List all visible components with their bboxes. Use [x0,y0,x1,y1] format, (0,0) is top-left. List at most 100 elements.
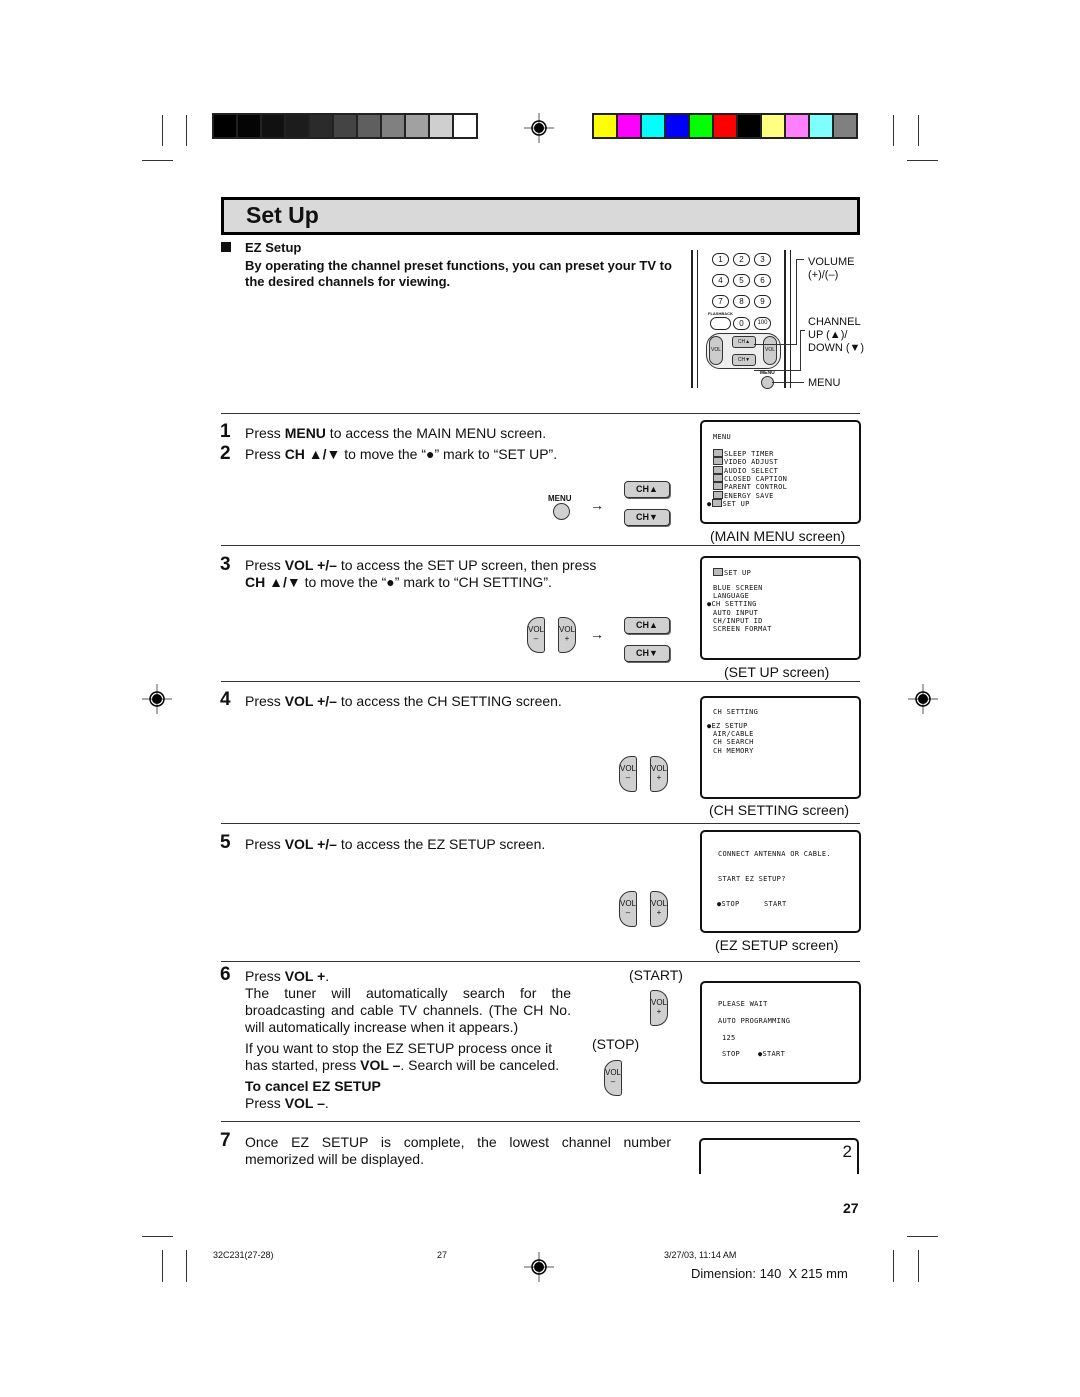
final-channel-number: 2 [842,1142,852,1161]
bullet-square-icon [221,242,231,252]
ez-line-1: CONNECT ANTENNA OR CABLE. [718,850,831,858]
footer-page: 27 [437,1250,448,1260]
menu-item-icon [713,490,723,499]
prog-channel-number: 125 [722,1034,736,1042]
step-number: 4 [220,689,231,710]
crop-mark [893,1250,894,1282]
divider [221,1121,860,1122]
step-6-description: The tuner will automatically search for … [245,985,571,1035]
remote-vol-minus: VOL [709,336,723,365]
menu-item: AUTO INPUT [713,608,759,617]
channel-up-label: UP (▲)/ [808,329,848,341]
screen-title: CH SETTING [713,708,759,716]
screen-title: SET UP [713,568,751,577]
menu-item-icon [713,449,723,457]
vol-minus-button: VOL – [619,756,637,792]
menu-item-icon [711,498,722,507]
crop-mark [918,115,919,146]
menu-item: ●EZ SETUP [707,722,748,730]
divider [221,545,860,546]
ch-up-button: CH▲ [624,481,670,498]
set-up-screen: SET UP BLUE SCREEN LANGUAGE ●CH SETTING AUT… [700,556,861,660]
menu-label: MENU [808,377,841,389]
remote-vol-plus: VOL [763,336,777,365]
crop-mark [918,1250,919,1282]
ez-setup-screen: CONNECT ANTENNA OR CABLE. START EZ SETUP… [700,830,861,933]
start-label: (START) [629,967,683,983]
menu-item-icon [713,465,723,474]
volume-sub-label: (+)/(–) [808,269,839,281]
menu-item: ● SET UP [707,498,750,508]
divider [221,823,860,824]
key-8: 8 [733,295,750,308]
color-swatch [810,115,832,137]
ch-down-button: CH▼ [624,509,670,526]
step-number: 5 [220,832,231,853]
menu-item: CH/INPUT ID [713,616,763,625]
step-4-text: Press VOL +/– to access the CH SETTING s… [245,693,562,709]
color-swatch [786,115,808,137]
registration-mark-icon [524,113,554,143]
footer-file: 32C231(27-28) [213,1250,274,1260]
gray-swatch [334,115,356,137]
crop-mark [907,1236,938,1237]
menu-item-icon [713,473,723,482]
divider [221,413,860,414]
gray-swatch [430,115,452,137]
key-5: 5 [733,274,750,287]
key-9: 9 [754,295,771,308]
color-swatch [738,115,760,137]
menu-item: BLUE SCREEN [713,584,763,592]
grayscale-calibration-bar [212,113,478,139]
color-swatch [690,115,712,137]
volume-label: VOLUME [808,256,855,268]
flashback-label: FLASHBACK [708,311,733,316]
crop-mark [162,115,163,146]
color-swatch [834,115,856,137]
crop-mark [142,1236,173,1237]
ez-option-stop: ●STOP [717,900,740,908]
menu-item-icon [713,482,723,491]
cancel-instructions: Press VOL –. [245,1095,329,1111]
cancel-heading: To cancel EZ SETUP [245,1078,381,1094]
ez-option-start: START [764,900,787,908]
main-menu-screen: MENU SLEEP TIMER VIDEO ADJUST AUDIO SELECT… [700,420,861,524]
gray-swatch [286,115,308,137]
gray-swatch [454,115,476,137]
vol-minus-button: VOL – [527,617,545,653]
registration-mark-icon [142,684,172,714]
step-number: 2 [220,443,231,464]
screen-title: MENU [713,433,732,441]
key-0: 0 [733,317,750,330]
crop-mark [142,160,173,161]
vol-minus-button: VOL – [604,1060,622,1096]
key-100: 100 [754,317,771,330]
intro-text: By operating the channel preset function… [245,258,672,289]
menu-button-label: MENU [548,494,572,503]
key-4: 4 [712,274,729,287]
channel-down-label: DOWN (▼) [808,342,865,354]
set-up-caption: (SET UP screen) [724,664,830,680]
final-screen: 2 [699,1138,859,1174]
menu-button [553,503,570,520]
prog-option-stop: STOP [722,1050,741,1058]
key-flashback [710,317,731,330]
step-number: 3 [220,554,231,575]
gray-swatch [238,115,260,137]
step-2-text: Press CH ▲/▼ to move the “●” mark to “SE… [245,446,558,462]
key-1: 1 [712,253,729,266]
crop-mark [162,1250,163,1282]
color-swatch [666,115,688,137]
vol-plus-button: VOL + [650,756,668,792]
ch-setting-caption: (CH SETTING screen) [709,802,850,818]
key-7: 7 [712,295,729,308]
menu-item: SCREEN FORMAT [713,625,772,633]
color-swatch [594,115,616,137]
color-swatch [714,115,736,137]
ch-up-button: CH▲ [624,617,670,634]
crop-mark [907,160,938,161]
main-menu-caption: (MAIN MENU screen) [710,528,846,544]
prog-line-1: PLEASE WAIT [718,1000,768,1008]
crop-mark [186,1250,187,1282]
ez-line-2: START EZ SETUP? [718,875,786,883]
